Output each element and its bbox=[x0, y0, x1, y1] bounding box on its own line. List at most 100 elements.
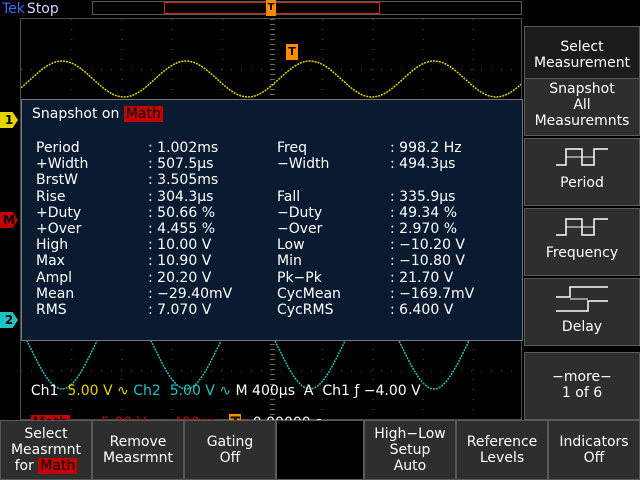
measurement-label: −Duty bbox=[277, 204, 323, 221]
grid-dot bbox=[201, 69, 202, 71]
measurement-label: Ampl bbox=[36, 269, 72, 286]
bottom-btn-2-line1: Remove bbox=[109, 434, 167, 450]
grid-dot bbox=[372, 19, 374, 20]
grid-dot bbox=[71, 19, 73, 20]
grid-dot bbox=[322, 29, 324, 30]
measurement-label: Mean bbox=[36, 285, 75, 302]
delay-label: Delay bbox=[561, 319, 603, 335]
channel-readout: Ch1 5.00 V ∿ Ch2 5.00 V ∿ M 400µs A Ch1 … bbox=[22, 364, 520, 400]
center-tick bbox=[270, 94, 275, 95]
frequency-label: Frequency bbox=[545, 245, 619, 261]
ch1-ground-marker[interactable]: 1 bbox=[0, 112, 18, 128]
bottom-btn-1-math-badge: Math bbox=[38, 458, 78, 474]
center-tick bbox=[270, 89, 275, 90]
grid-dot bbox=[511, 69, 512, 71]
snapshot-title-prefix: Snapshot on bbox=[32, 106, 120, 122]
grid-dot bbox=[422, 19, 424, 20]
grid-dot bbox=[311, 69, 312, 71]
period-button[interactable]: Period bbox=[524, 138, 640, 206]
grid-dot bbox=[121, 29, 123, 30]
math-ground-marker[interactable]: M bbox=[0, 212, 18, 228]
grid-dot bbox=[121, 359, 123, 360]
grid-dot bbox=[521, 371, 522, 372]
measurement-label: −Over bbox=[277, 221, 323, 237]
grid-dot bbox=[171, 59, 173, 60]
indicators-button[interactable]: Indicators Off bbox=[548, 420, 640, 480]
grid-dot bbox=[221, 89, 223, 90]
empty-bottom-button[interactable] bbox=[276, 420, 364, 480]
measurement-value: : −29.40mV bbox=[148, 285, 233, 302]
grid-dot bbox=[322, 359, 324, 360]
grid-dot bbox=[121, 79, 123, 80]
frequency-button[interactable]: Frequency bbox=[524, 208, 640, 276]
grid-dot bbox=[51, 69, 52, 71]
measurement-label: +Width bbox=[36, 156, 89, 173]
center-tick bbox=[270, 349, 275, 350]
center-tick bbox=[270, 34, 275, 35]
grid-dot bbox=[451, 69, 452, 71]
grid-dot bbox=[71, 59, 73, 60]
measurement-value: : 2.970 % bbox=[390, 221, 457, 237]
snapshot-panel: Snapshot on Math Period: 1.002ms Freq: 99… bbox=[21, 99, 523, 341]
period-label: Period bbox=[560, 175, 604, 191]
grid-dot bbox=[131, 69, 132, 71]
measurement-value: : 10.00 V bbox=[148, 237, 212, 254]
measurement-value: : 20.20 V bbox=[148, 269, 212, 286]
grid-dot bbox=[441, 69, 442, 71]
grid-dot bbox=[71, 349, 73, 350]
bottom-btn-7-line2: Off bbox=[583, 450, 605, 466]
snapshot-label-3: Measuremnts bbox=[534, 113, 630, 129]
measurement-label: −Width bbox=[277, 156, 330, 173]
ch2-ground-marker[interactable]: 2 bbox=[0, 312, 18, 328]
select-measurement-label-1: Select bbox=[560, 39, 604, 55]
measurement-label: Low bbox=[277, 237, 305, 254]
more-page-label: 1 of 6 bbox=[561, 385, 603, 401]
bottom-btn-5-line3: Auto bbox=[393, 458, 427, 474]
snapshot-source-badge: Math bbox=[123, 106, 163, 122]
grid-dot bbox=[221, 29, 223, 30]
measurement-value: : 507.5µs bbox=[148, 156, 214, 173]
select-measurement-button[interactable]: Select Measurement bbox=[524, 26, 640, 82]
grid-dot bbox=[471, 69, 472, 71]
trigger-position-marker: T bbox=[286, 44, 298, 60]
center-tick bbox=[270, 64, 275, 65]
snapshot-title: Snapshot on Math bbox=[32, 106, 163, 122]
measurement-label: Rise bbox=[36, 188, 66, 205]
center-tick bbox=[270, 39, 275, 40]
bottom-btn-2-line2: Measrmnt bbox=[102, 450, 174, 466]
measurement-label: Max bbox=[36, 253, 65, 270]
remove-measrmnt-button[interactable]: Remove Measrmnt bbox=[92, 420, 184, 480]
high-low-setup-button[interactable]: High−Low Setup Auto bbox=[364, 420, 456, 480]
measurement-label: Freq bbox=[277, 140, 307, 156]
select-measurement-label-2: Measurement bbox=[533, 55, 631, 71]
grid-dot bbox=[401, 69, 402, 71]
measurement-label: +Over bbox=[36, 221, 82, 237]
reference-levels-button[interactable]: Reference Levels bbox=[456, 420, 548, 480]
center-tick bbox=[270, 69, 275, 70]
grid-dot bbox=[322, 59, 324, 60]
grid-dot bbox=[21, 69, 22, 71]
grid-dot bbox=[521, 69, 522, 70]
side-menu: Select Measurement Snapshot All Measurem… bbox=[524, 18, 640, 420]
grid-dot bbox=[372, 39, 374, 40]
measurement-value: : 3.505ms bbox=[148, 172, 219, 189]
grid-dot bbox=[171, 29, 173, 30]
more-button[interactable]: −more− 1 of 6 bbox=[524, 352, 640, 420]
grid-dot bbox=[221, 359, 223, 360]
select-measrmnt-for-math-button[interactable]: Select Measrmnt for Math bbox=[0, 420, 92, 480]
gating-button[interactable]: Gating Off bbox=[184, 420, 276, 480]
grid-dot bbox=[501, 69, 502, 71]
center-tick bbox=[270, 344, 275, 345]
grid-dot bbox=[171, 349, 173, 350]
grid-dot bbox=[372, 349, 374, 350]
center-tick bbox=[270, 19, 275, 20]
grid-dot bbox=[171, 39, 173, 40]
grid-dot bbox=[221, 79, 223, 80]
measurement-value: : 998.2 Hz bbox=[390, 140, 462, 156]
snapshot-all-button[interactable]: Snapshot All Measuremnts bbox=[524, 78, 640, 136]
grid-dot bbox=[121, 89, 123, 90]
measurement-value: : −10.80 V bbox=[390, 253, 466, 270]
period-pulse-icon bbox=[556, 148, 608, 166]
grid-dot bbox=[351, 69, 352, 71]
delay-button[interactable]: Delay bbox=[524, 278, 640, 346]
